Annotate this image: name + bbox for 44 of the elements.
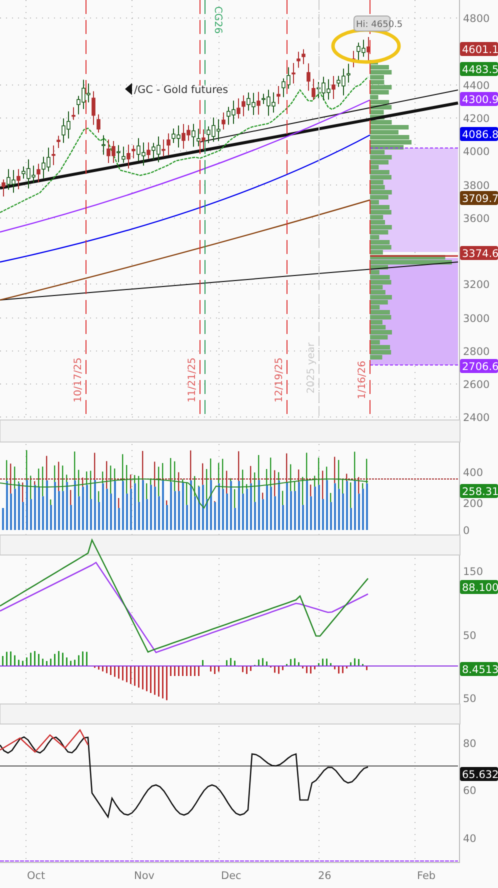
date-label: 10/17/25 — [73, 358, 84, 402]
axis-label: 2800 — [463, 346, 490, 358]
axis-label: 3800 — [463, 180, 490, 192]
axis-label: 400 — [463, 467, 484, 479]
axis-label: 3000 — [463, 313, 490, 325]
price-tag: 4601.1 — [460, 42, 498, 56]
axis-label: Dec — [221, 870, 242, 882]
axis-label: Feb — [417, 870, 436, 882]
date-label: 12/19/25 — [274, 358, 285, 402]
date-label: 11/21/25 — [187, 358, 198, 402]
axis-label: 3200 — [463, 279, 490, 291]
axis-label: 4400 — [463, 80, 490, 92]
axis-label: 4000 — [463, 146, 490, 158]
price-tag: 4086.8 — [460, 127, 498, 141]
axis-label: 2600 — [463, 379, 490, 391]
axis-label: 60 — [463, 785, 476, 797]
axis-label: 80 — [463, 738, 476, 750]
axis-label: 50 — [463, 693, 476, 705]
high-tooltip: Hi: 4650.5 — [354, 16, 403, 32]
axis-label: 2400 — [463, 412, 490, 424]
price-tag: 4483.5 — [460, 62, 498, 76]
price-tag: 2706.6 — [460, 359, 498, 373]
axis-label: 50 — [463, 630, 476, 642]
contract-label: CG26 — [212, 6, 223, 34]
date-label: 1/16/26 — [357, 360, 368, 400]
axis-label: 0 — [463, 525, 470, 537]
axis-label: 40 — [463, 833, 476, 845]
triangle-icon — [125, 83, 132, 95]
axis-label: 26 — [318, 870, 332, 882]
axis-label: 150 — [463, 566, 484, 578]
axis-label: 4800 — [463, 13, 490, 25]
axis-label: 200 — [463, 498, 484, 510]
axis-label: Oct — [27, 870, 46, 882]
axis-label: Nov — [134, 870, 154, 882]
axis-label: 4200 — [463, 113, 490, 125]
price-tag: 3374.6 — [460, 246, 498, 260]
value-tag: 8.4513 — [460, 662, 498, 676]
value-tag: 88.100 — [460, 580, 498, 594]
highlight-ellipse — [331, 28, 401, 64]
price-tag: 4300.9 — [460, 92, 498, 106]
price-tag: 3709.7 — [460, 191, 498, 205]
axis-label: 3600 — [463, 213, 490, 225]
value-tag: 65.632 — [460, 767, 498, 781]
value-tag: 258.31 — [460, 484, 498, 498]
